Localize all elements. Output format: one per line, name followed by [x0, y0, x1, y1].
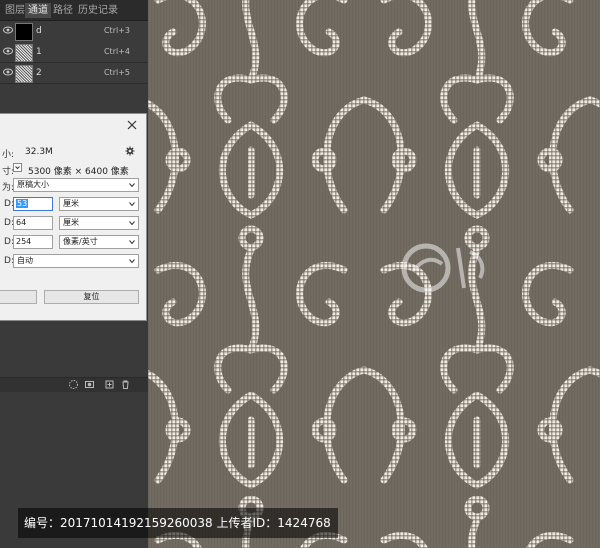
height-unit-select[interactable]: 厘米 — [59, 216, 139, 230]
height-input[interactable]: 64 — [13, 216, 53, 230]
close-icon[interactable] — [126, 119, 138, 131]
image-id-caption: 编号：20171014192159260038 上传者ID：1424768 — [18, 508, 338, 538]
resample-select[interactable]: 自动 — [13, 254, 139, 268]
resolution-unit-select[interactable]: 像素/英寸 — [59, 235, 139, 249]
tab-history[interactable]: 历史记录 — [75, 3, 121, 18]
load-selection-icon[interactable] — [68, 379, 79, 390]
damask-pattern — [148, 0, 600, 548]
channel-name: d — [36, 26, 42, 36]
new-channel-icon[interactable] — [104, 379, 115, 390]
ok-button[interactable] — [0, 290, 37, 304]
chevron-down-icon — [129, 240, 135, 245]
width-input[interactable]: 53 — [13, 197, 53, 211]
height-label: D: — [4, 218, 14, 228]
eye-icon[interactable] — [3, 68, 13, 76]
width-unit-value: 厘米 — [63, 199, 79, 208]
channel-row-1[interactable]: 1 Ctrl+4 — [0, 42, 148, 63]
height-value: 64 — [16, 218, 27, 227]
channel-row-2[interactable]: 2 Ctrl+5 — [0, 63, 148, 84]
channel-name: 2 — [36, 68, 42, 78]
panel-tabs: 图层 通道 路径 历史记录 — [0, 0, 148, 21]
image-size-value: 32.3M — [25, 147, 53, 157]
eye-icon[interactable] — [3, 47, 13, 55]
panel-bottom-toolbar — [0, 377, 148, 392]
dimensions-label: 寸: — [1, 167, 14, 177]
dimensions-value: 5300 像素 × 6400 像素 — [28, 167, 129, 177]
channel-thumbnail — [15, 65, 33, 83]
dimensions-dropdown-icon[interactable] — [13, 163, 22, 172]
resolution-input[interactable]: 254 — [13, 235, 53, 249]
tab-paths[interactable]: 路径 — [50, 3, 76, 18]
watermark-logo — [401, 243, 485, 293]
resolution-label: D: — [4, 237, 14, 247]
fit-to-label: 为: — [1, 183, 14, 193]
width-unit-select[interactable]: 厘米 — [59, 197, 139, 211]
image-size-label: 小: — [1, 150, 14, 160]
chevron-down-icon — [129, 259, 135, 264]
image-size-dialog: 小: 32.3M 寸: 5300 像素 × 6400 像素 为: 原稿大小 D:… — [0, 113, 147, 321]
channel-shortcut: Ctrl+5 — [103, 68, 130, 77]
fit-to-value: 原稿大小 — [17, 180, 49, 189]
width-value: 53 — [16, 199, 29, 208]
reset-button[interactable]: 复位 — [44, 290, 139, 304]
resolution-unit-value: 像素/英寸 — [63, 237, 98, 246]
channel-row-d[interactable]: d Ctrl+3 — [0, 21, 148, 43]
fit-to-select[interactable]: 原稿大小 — [13, 178, 139, 192]
chevron-down-icon — [129, 221, 135, 226]
channel-thumbnail — [15, 44, 33, 62]
resample-label: D: — [4, 256, 14, 266]
resample-value: 自动 — [17, 256, 33, 265]
height-unit-value: 厘米 — [63, 218, 79, 227]
width-label: D: — [4, 199, 14, 209]
channel-name: 1 — [36, 47, 42, 57]
channel-shortcut: Ctrl+4 — [103, 47, 130, 56]
chevron-down-icon — [129, 183, 135, 188]
tab-channels[interactable]: 通道 — [25, 3, 51, 18]
channel-thumbnail — [15, 23, 33, 41]
trash-icon[interactable] — [120, 379, 131, 390]
channel-shortcut: Ctrl+3 — [103, 26, 130, 35]
save-selection-icon[interactable] — [84, 379, 95, 390]
image-canvas[interactable] — [148, 0, 600, 548]
chevron-down-icon — [129, 202, 135, 207]
resolution-value: 254 — [16, 237, 32, 246]
eye-icon[interactable] — [3, 26, 13, 34]
gear-icon[interactable] — [125, 146, 135, 156]
